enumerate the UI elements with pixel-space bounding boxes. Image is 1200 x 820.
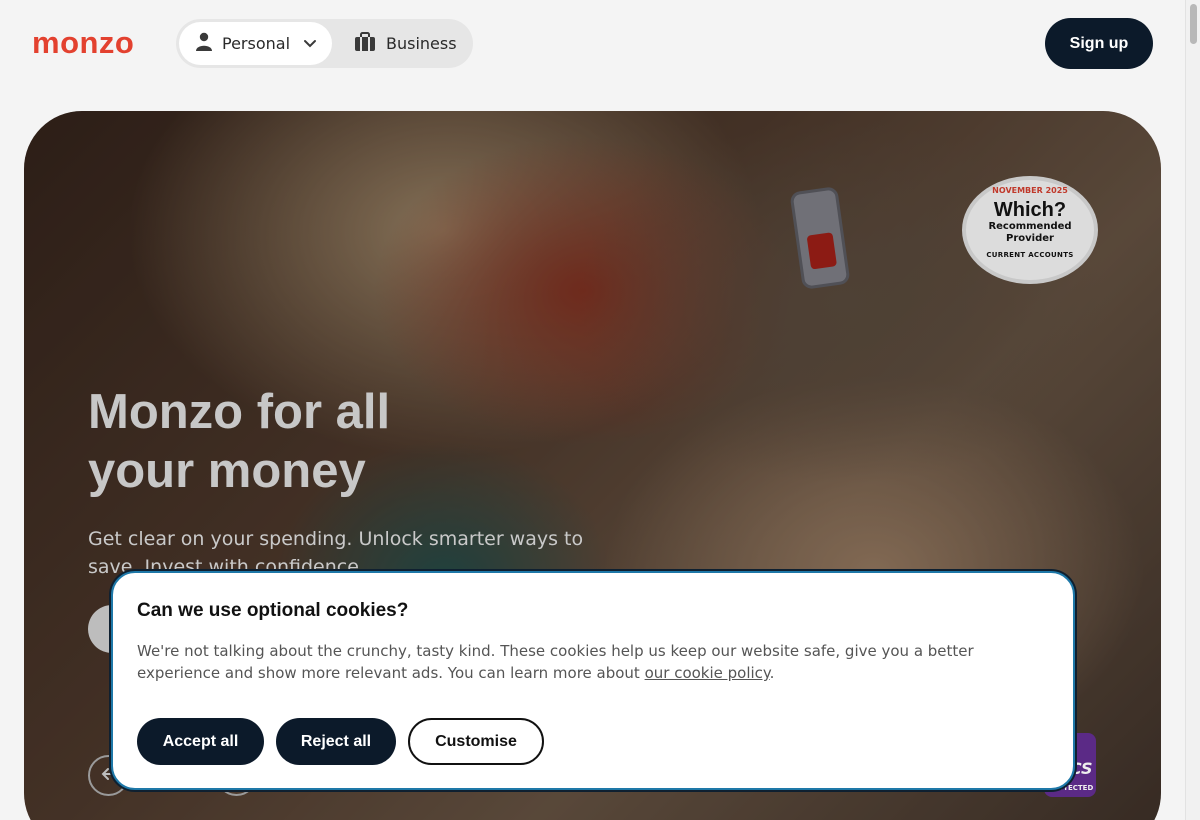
accept-all-button[interactable]: Accept all xyxy=(137,718,264,765)
briefcase-icon xyxy=(354,31,376,56)
badge-category: CURRENT ACCOUNTS xyxy=(986,251,1074,259)
account-type-switcher: Personal Business xyxy=(176,19,473,68)
hero-title: Monzo for all your money xyxy=(88,385,391,498)
site-header: monzo Personal Business Sign up xyxy=(0,0,1185,90)
scrollbar-thumb[interactable] xyxy=(1190,4,1197,44)
cookie-text-after: . xyxy=(769,664,775,682)
cookie-policy-link[interactable]: our cookie policy xyxy=(645,664,770,682)
which-recommended-badge: NOVEMBER 2025 Which? Recommended Provide… xyxy=(962,176,1098,284)
cookie-title: Can we use optional cookies? xyxy=(137,600,409,621)
sign-up-button[interactable]: Sign up xyxy=(1045,18,1153,69)
cookie-text-before: We're not talking about the crunchy, tas… xyxy=(137,642,974,682)
badge-brand: Which? xyxy=(993,199,1067,221)
personal-tab-label: Personal xyxy=(222,34,291,53)
business-tab-label: Business xyxy=(386,34,457,53)
page-scrollbar[interactable] xyxy=(1185,0,1200,820)
monzo-logo[interactable]: monzo xyxy=(32,26,134,60)
person-icon xyxy=(195,32,213,56)
badge-line-1: Recommended xyxy=(988,221,1072,232)
business-tab[interactable]: Business xyxy=(354,22,457,65)
reject-all-button[interactable]: Reject all xyxy=(276,718,396,765)
chevron-down-icon xyxy=(303,39,317,49)
cookie-consent-dialog: Can we use optional cookies? We're not t… xyxy=(111,571,1075,790)
personal-tab[interactable]: Personal xyxy=(179,22,332,65)
badge-line-2: Provider xyxy=(1006,233,1054,244)
customise-button[interactable]: Customise xyxy=(408,718,544,765)
badge-date: NOVEMBER 2025 xyxy=(992,186,1068,195)
cookie-description: We're not talking about the crunchy, tas… xyxy=(137,640,1017,684)
